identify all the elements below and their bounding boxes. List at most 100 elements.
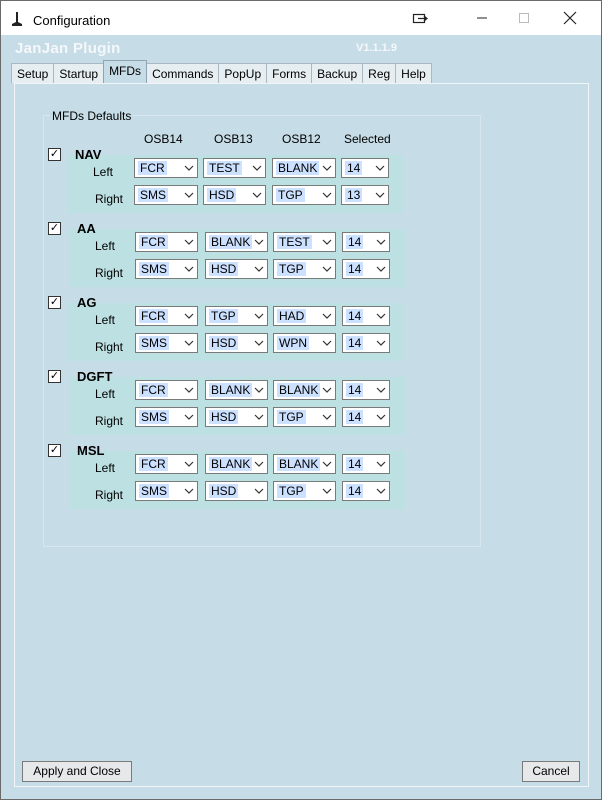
pin-button[interactable]: [397, 1, 443, 35]
msl-right-osb13-combo[interactable]: HSD: [205, 481, 268, 501]
msl-right-osb13-combo-value: HSD: [209, 484, 239, 498]
aa-left-osb12-combo-value: TEST: [277, 235, 312, 249]
tab-forms[interactable]: Forms: [266, 63, 313, 83]
row-label-left: Left: [95, 461, 116, 475]
chevron-down-icon: [322, 414, 332, 420]
chevron-down-icon: [254, 239, 264, 245]
chevron-down-icon: [184, 461, 194, 467]
msl-left-osb13-combo[interactable]: BLANK: [205, 454, 268, 474]
msl-left-selected-combo[interactable]: 14: [342, 454, 390, 474]
checkbox-aa[interactable]: ✓: [48, 222, 61, 235]
aa-left-osb13-combo[interactable]: BLANK: [205, 232, 268, 252]
minimize-button[interactable]: [459, 1, 505, 35]
nav-left-osb13-combo[interactable]: TEST: [203, 158, 266, 178]
nav-right-osb14-combo[interactable]: SMS: [134, 185, 198, 205]
nav-right-osb13-combo-value: HSD: [207, 188, 237, 202]
nav-right-osb13-combo[interactable]: HSD: [203, 185, 266, 205]
ag-left-selected-combo[interactable]: 14: [342, 306, 390, 326]
dgft-right-selected-combo[interactable]: 14: [342, 407, 390, 427]
maximize-button[interactable]: [501, 1, 547, 35]
ag-right-osb12-combo[interactable]: WPN: [273, 333, 336, 353]
checkbox-nav[interactable]: ✓: [48, 148, 61, 161]
aa-left-selected-combo[interactable]: 14: [342, 232, 390, 252]
msl-right-osb12-combo[interactable]: TGP: [273, 481, 336, 501]
ag-right-osb14-combo[interactable]: SMS: [135, 333, 198, 353]
msl-right-osb12-combo-value: TGP: [277, 484, 306, 498]
close-icon: [563, 11, 577, 25]
aa-right-osb14-combo-value: SMS: [139, 262, 170, 276]
tab-commands[interactable]: Commands: [146, 63, 220, 83]
app-icon: [12, 12, 22, 26]
dgft-left-selected-combo[interactable]: 14: [342, 380, 390, 400]
msl-left-osb12-combo[interactable]: BLANK: [273, 454, 336, 474]
checkbox-dgft[interactable]: ✓: [48, 370, 61, 383]
close-button[interactable]: [547, 1, 593, 35]
dgft-right-osb12-combo-value: TGP: [277, 410, 306, 424]
nav-left-selected-combo[interactable]: 14: [341, 158, 389, 178]
ag-right-selected-combo[interactable]: 14: [342, 333, 390, 353]
dgft-right-osb14-combo-value: SMS: [139, 410, 170, 424]
ag-left-osb13-combo[interactable]: TGP: [205, 306, 268, 326]
dgft-left-osb12-combo[interactable]: BLANK: [273, 380, 336, 400]
window-title: Configuration: [33, 13, 111, 28]
msl-right-selected-combo-value: 14: [346, 484, 364, 498]
minimize-icon: [477, 17, 487, 19]
ag-right-selected-combo-value: 14: [346, 336, 364, 350]
tab-backup[interactable]: Backup: [311, 63, 364, 83]
row-label-right: Right: [95, 414, 124, 428]
tab-setup[interactable]: Setup: [11, 63, 55, 83]
msl-right-selected-combo[interactable]: 14: [342, 481, 390, 501]
chevron-down-icon: [184, 239, 194, 245]
msl-left-osb12-combo-value: BLANK: [277, 457, 321, 471]
chevron-down-icon: [322, 266, 332, 272]
nav-right-selected-combo[interactable]: 13: [341, 185, 389, 205]
plugin-title: JanJan Plugin: [15, 40, 121, 57]
column-header-osb12: OSB12: [282, 132, 321, 146]
msl-right-osb14-combo-value: SMS: [139, 484, 170, 498]
tab-startup[interactable]: Startup: [53, 63, 105, 83]
nav-right-osb12-combo[interactable]: TGP: [272, 185, 336, 205]
aa-right-osb12-combo[interactable]: TGP: [273, 259, 336, 279]
nav-left-osb12-combo[interactable]: BLANK: [272, 158, 336, 178]
aa-right-selected-combo[interactable]: 14: [342, 259, 390, 279]
nav-left-osb14-combo[interactable]: FCR: [134, 158, 198, 178]
dgft-left-osb14-combo[interactable]: FCR: [135, 380, 198, 400]
dgft-right-osb13-combo[interactable]: HSD: [205, 407, 268, 427]
tab-reg[interactable]: Reg: [362, 63, 397, 83]
ag-left-osb13-combo-value: TGP: [209, 309, 238, 323]
chevron-down-icon: [376, 340, 386, 346]
chevron-down-icon: [184, 340, 194, 346]
tab-mfds[interactable]: MFDs: [103, 60, 148, 83]
aa-left-osb12-combo[interactable]: TEST: [273, 232, 336, 252]
plugin-banner: JanJan Plugin V1.1.1.9: [1, 35, 601, 62]
checkbox-msl[interactable]: ✓: [48, 444, 61, 457]
nav-left-osb12-combo-value: BLANK: [276, 161, 320, 175]
aa-left-osb14-combo[interactable]: FCR: [135, 232, 198, 252]
tab-popup[interactable]: PopUp: [218, 63, 268, 83]
aa-right-selected-combo-value: 14: [346, 262, 364, 276]
chevron-down-icon: [252, 165, 262, 171]
aa-right-osb13-combo[interactable]: HSD: [205, 259, 268, 279]
chevron-down-icon: [322, 387, 332, 393]
ag-right-osb14-combo-value: SMS: [139, 336, 170, 350]
chevron-down-icon: [376, 313, 386, 319]
ag-right-osb13-combo[interactable]: HSD: [205, 333, 268, 353]
dgft-right-osb14-combo[interactable]: SMS: [135, 407, 198, 427]
msl-left-osb14-combo[interactable]: FCR: [135, 454, 198, 474]
nav-right-osb14-combo-value: SMS: [138, 188, 169, 202]
chevron-down-icon: [184, 266, 194, 272]
dgft-right-osb12-combo[interactable]: TGP: [273, 407, 336, 427]
row-label-left: Left: [95, 313, 116, 327]
tab-help[interactable]: Help: [395, 63, 432, 83]
aa-right-osb14-combo[interactable]: SMS: [135, 259, 198, 279]
aa-right-osb13-combo-value: HSD: [209, 262, 239, 276]
ag-left-osb14-combo[interactable]: FCR: [135, 306, 198, 326]
section-name: AA: [77, 221, 96, 236]
apply-and-close-button[interactable]: Apply and Close: [22, 761, 132, 782]
ag-left-osb12-combo[interactable]: HAD: [273, 306, 336, 326]
msl-left-osb13-combo-value: BLANK: [209, 457, 253, 471]
msl-right-osb14-combo[interactable]: SMS: [135, 481, 198, 501]
cancel-button[interactable]: Cancel: [522, 761, 580, 782]
checkbox-ag[interactable]: ✓: [48, 296, 61, 309]
dgft-left-osb13-combo[interactable]: BLANK: [205, 380, 268, 400]
